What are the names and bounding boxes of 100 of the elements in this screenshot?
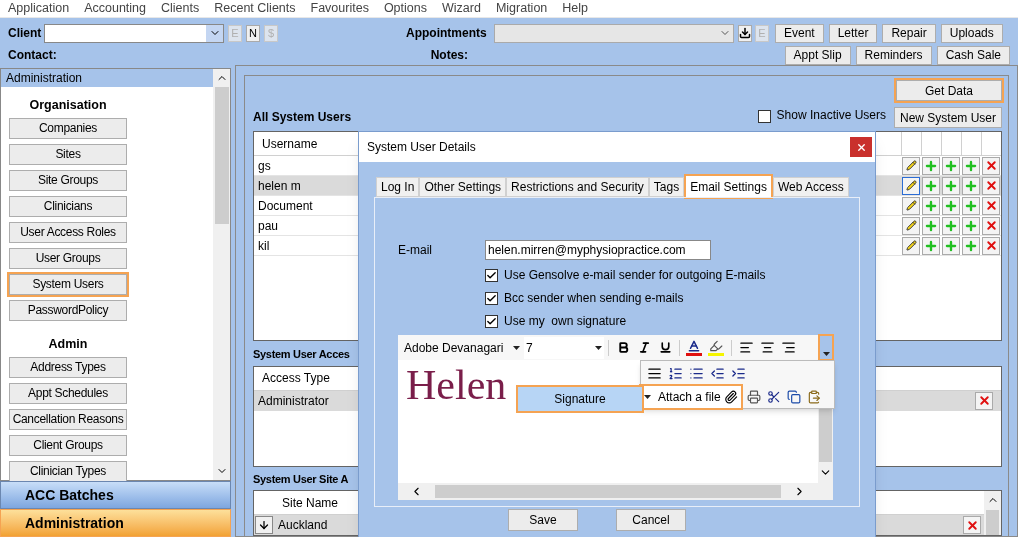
print-icon[interactable] — [746, 389, 761, 404]
delete-icon[interactable] — [984, 159, 998, 172]
menu-item[interactable]: Options — [383, 0, 427, 18]
nav-button[interactable]: Address Types — [9, 356, 127, 378]
menu-item[interactable]: Application — [8, 0, 70, 18]
align-justify-icon[interactable] — [647, 365, 662, 381]
nav-tab[interactable]: Administration — [0, 509, 231, 537]
nav-button[interactable]: Sites — [9, 143, 127, 165]
menu-item[interactable]: Accounting — [84, 0, 146, 18]
pencil-icon[interactable] — [905, 240, 917, 251]
close-button[interactable] — [850, 137, 872, 157]
menu-item[interactable]: Migration — [495, 0, 548, 18]
dialog-button[interactable]: Cancel — [616, 509, 686, 531]
font-select[interactable]: Adobe Devanagari — [404, 338, 524, 357]
section-title: All System Users — [253, 109, 352, 126]
nav-button[interactable]: Appt Schedules — [9, 382, 127, 404]
align-left-icon[interactable] — [739, 340, 754, 355]
nav-button[interactable]: Site Groups — [9, 169, 127, 191]
tab[interactable]: Restrictions and Security — [506, 177, 649, 197]
paperclip-icon — [723, 389, 738, 404]
toolbar-button[interactable]: Letter — [828, 23, 878, 43]
scrollbar-thumb[interactable] — [435, 485, 781, 498]
tab[interactable]: Log In — [376, 177, 420, 197]
client-label: Client — [8, 25, 43, 42]
nav-button[interactable]: PasswordPolicy — [9, 299, 127, 321]
paste-icon[interactable] — [806, 389, 821, 404]
delete-icon[interactable] — [984, 219, 998, 232]
bullet-list-icon[interactable] — [689, 365, 704, 381]
checkbox[interactable] — [485, 291, 498, 305]
table-cell-text: gs — [257, 157, 272, 175]
italic-icon[interactable] — [638, 341, 651, 354]
nav-button[interactable]: Clinicians — [9, 195, 127, 217]
delete-icon[interactable] — [984, 199, 998, 212]
highlighter-icon[interactable] — [708, 339, 724, 356]
bold-icon[interactable] — [617, 341, 630, 354]
indent-icon[interactable] — [731, 365, 746, 381]
checkbox-label[interactable]: Bcc sender when sending e-mails — [504, 289, 684, 307]
menu-item[interactable]: Help — [562, 0, 589, 18]
menu-item[interactable]: Recent Clients — [214, 0, 296, 18]
outdent-icon[interactable] — [710, 365, 725, 381]
delete-icon[interactable] — [984, 179, 998, 192]
nav-button[interactable]: Clinician Types — [9, 460, 127, 482]
signature-menu-item[interactable]: Signature — [518, 387, 642, 411]
toolbar-button[interactable]: Event — [775, 23, 824, 43]
toolbar-button[interactable]: Uploads — [940, 23, 1003, 43]
scrollbar-thumb[interactable] — [819, 406, 832, 462]
menu-item[interactable]: Clients — [161, 0, 200, 18]
cut-icon[interactable] — [766, 389, 781, 404]
pencil-icon[interactable] — [905, 180, 917, 191]
email-field[interactable]: helen.mirren@myphysiopractice.com — [485, 240, 711, 260]
arrow-down-icon[interactable] — [258, 519, 270, 531]
font-color-icon[interactable] — [686, 339, 702, 356]
tab[interactable]: Web Access — [772, 177, 849, 197]
nav-button[interactable]: User Groups — [9, 247, 127, 269]
scrollbar-thumb[interactable] — [214, 87, 229, 224]
copy-icon[interactable] — [786, 389, 801, 404]
checkbox[interactable] — [757, 110, 771, 123]
menu-item[interactable]: Favourites — [310, 0, 369, 18]
nav-button[interactable]: User Access Roles — [9, 221, 127, 243]
caret-icon — [595, 345, 602, 350]
pencil-icon[interactable] — [905, 200, 917, 211]
underline-icon[interactable] — [659, 341, 672, 354]
nav-tab[interactable]: ACC Batches — [0, 481, 231, 509]
download-icon[interactable] — [739, 27, 751, 39]
checkbox-label[interactable]: Use Gensolve e-mail sender for outgoing E-mails — [504, 266, 766, 284]
checkbox-label[interactable]: Show Inactive Users — [776, 106, 886, 124]
delete-icon[interactable] — [984, 239, 998, 252]
pencil-icon[interactable] — [905, 220, 917, 231]
nav-button[interactable]: Companies — [9, 117, 127, 139]
nav-button[interactable]: Client Groups — [9, 434, 127, 456]
toolbar-button[interactable]: Reminders — [855, 45, 932, 65]
align-right-icon[interactable] — [781, 340, 796, 355]
tab[interactable]: Other Settings — [419, 177, 507, 197]
tab[interactable]: Tags — [648, 177, 685, 197]
toolbar-button[interactable]: Repair — [882, 23, 936, 43]
menu-item[interactable]: Wizard — [442, 0, 481, 18]
attach-file-button[interactable]: Attach a file — [641, 385, 741, 408]
align-center-icon[interactable] — [760, 340, 775, 355]
scrollbar-thumb[interactable] — [986, 510, 999, 535]
get-data-button[interactable]: Get Data — [896, 80, 1002, 101]
caret-icon — [513, 345, 520, 350]
toolbar-button[interactable]: Appt Slip — [784, 45, 851, 65]
nav-button[interactable]: Cancellation Reasons — [9, 408, 127, 430]
pencil-icon[interactable] — [905, 160, 917, 171]
checkbox-label[interactable]: Use my own signature — [504, 312, 627, 330]
checkbox[interactable] — [485, 268, 498, 282]
delete-icon[interactable] — [977, 394, 991, 407]
new-user-button[interactable]: New System User — [894, 107, 1002, 128]
field-label: E-mail — [398, 242, 433, 259]
checkbox[interactable] — [485, 314, 498, 328]
dialog-button[interactable]: Save — [508, 509, 578, 531]
size-select[interactable]: 7 — [524, 336, 604, 359]
overflow-button[interactable] — [820, 336, 832, 359]
client-combobox[interactable] — [44, 23, 224, 43]
numbered-list-icon[interactable] — [668, 365, 683, 381]
nav-button[interactable]: System Users — [9, 273, 127, 295]
tab[interactable]: Email Settings — [686, 176, 771, 197]
delete-icon[interactable] — [965, 518, 979, 532]
toolbar-button[interactable]: Cash Sale — [936, 45, 1010, 65]
small-button[interactable]: N — [246, 24, 260, 42]
